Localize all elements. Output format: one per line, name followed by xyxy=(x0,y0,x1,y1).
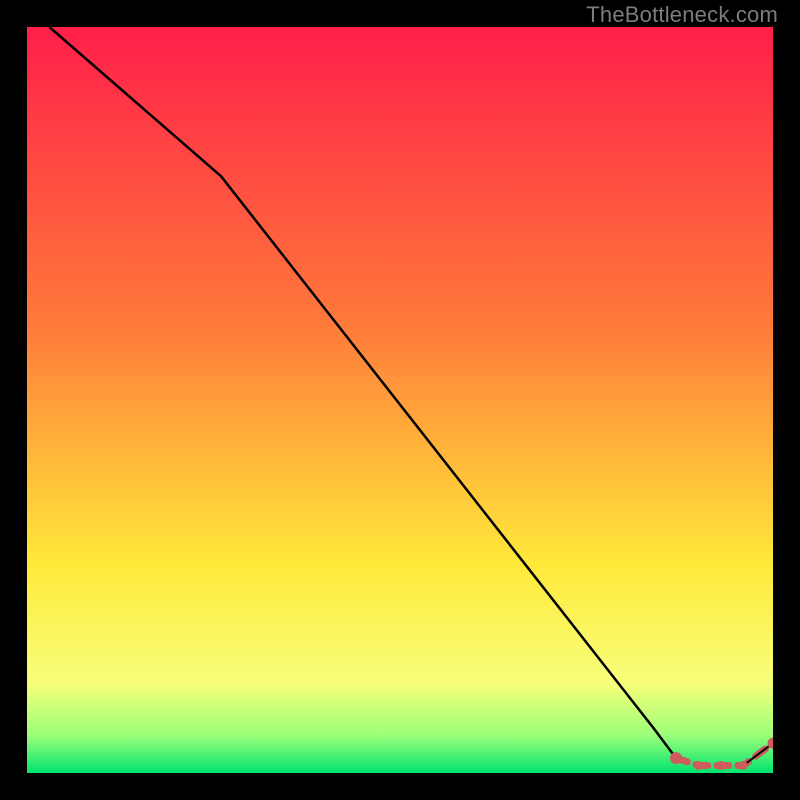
watermark-text: TheBottleneck.com xyxy=(586,2,778,28)
gradient-background xyxy=(27,27,773,773)
chart-svg xyxy=(27,27,773,773)
data-point-start xyxy=(670,752,682,764)
data-point xyxy=(694,761,703,770)
plot-area xyxy=(27,27,773,773)
data-point xyxy=(716,761,725,770)
data-point xyxy=(739,761,748,770)
chart-frame: TheBottleneck.com xyxy=(0,0,800,800)
